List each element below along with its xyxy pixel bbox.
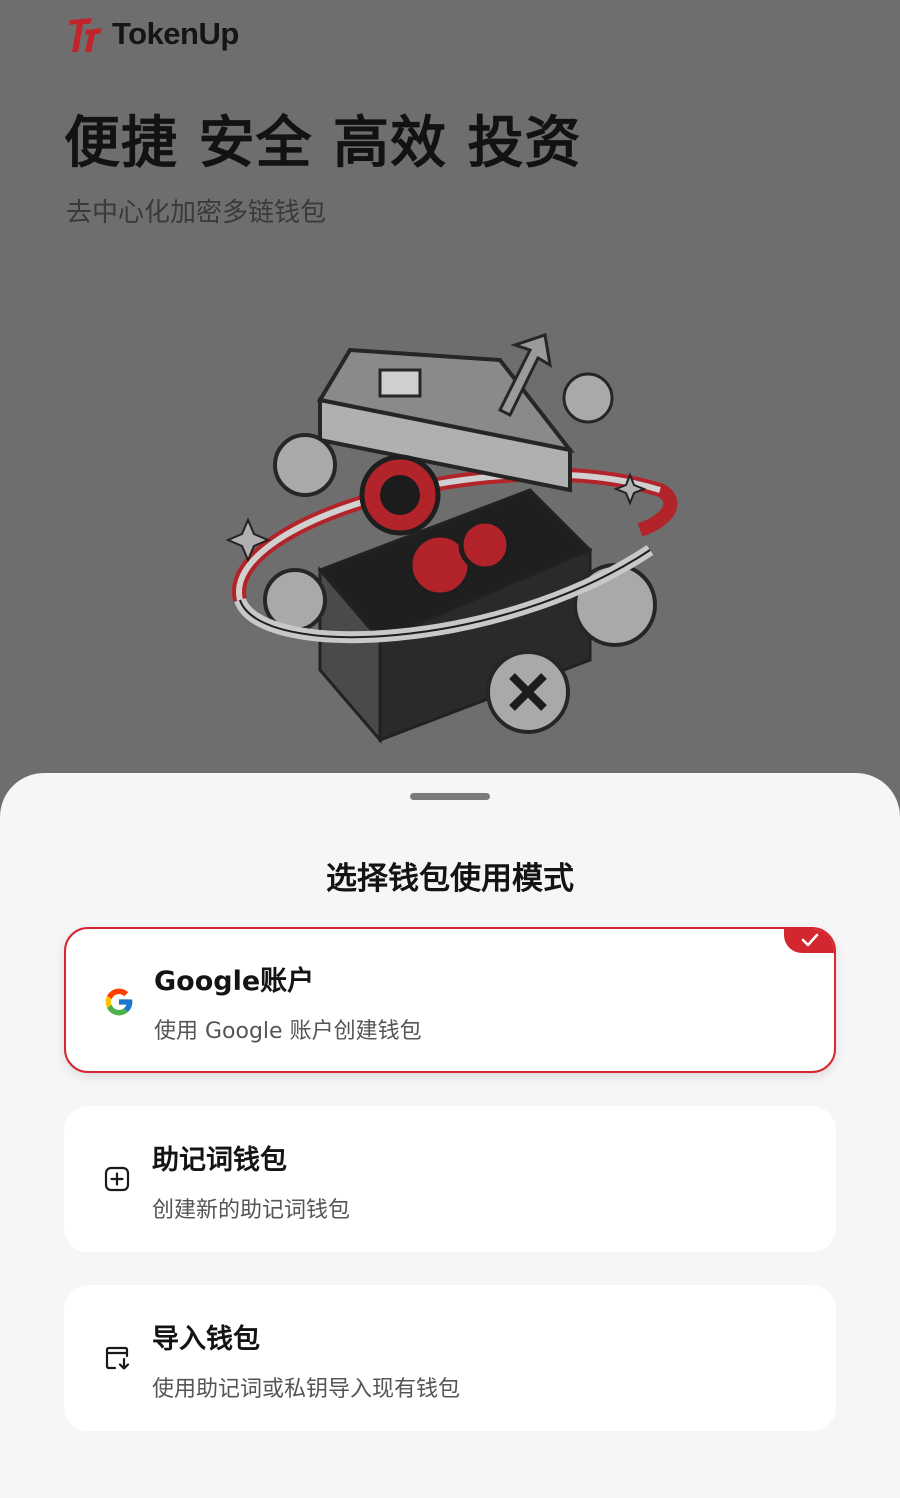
option-import-wallet[interactable]: 导入钱包 使用助记词或私钥导入现有钱包 [64, 1285, 836, 1431]
option-title: Google账户 [154, 966, 315, 997]
option-subtitle: 创建新的助记词钱包 [152, 1198, 351, 1223]
sheet-grab-handle[interactable] [410, 793, 490, 800]
sheet-title: 选择钱包使用模式 [326, 861, 574, 897]
option-subtitle: 使用 Google 账户创建钱包 [154, 1019, 422, 1044]
background-page: TokenUp 便捷 安全 高效 投资 去中心化加密多链钱包 [0, 0, 900, 800]
check-icon [801, 933, 819, 947]
option-title: 助记词钱包 [152, 1145, 287, 1176]
screen: TokenUp 便捷 安全 高效 投资 去中心化加密多链钱包 选择钱包使用模式 … [0, 0, 900, 1498]
selected-check-badge [784, 929, 834, 953]
brand-logo: TokenUp [66, 10, 239, 58]
hero-subtitle: 去中心化加密多链钱包 [66, 198, 327, 228]
add-square-icon [100, 1162, 134, 1196]
option-title: 导入钱包 [152, 1324, 260, 1355]
option-google-account[interactable]: Google账户 使用 Google 账户创建钱包 [64, 927, 836, 1073]
option-mnemonic-wallet[interactable]: 助记词钱包 创建新的助记词钱包 [64, 1106, 836, 1252]
treasure-chest-illustration [225, 333, 678, 745]
tokenup-logo-icon [69, 18, 102, 52]
hero-headline: 便捷 安全 高效 投资 [64, 111, 582, 176]
import-icon [100, 1341, 134, 1375]
option-subtitle: 使用助记词或私钥导入现有钱包 [152, 1377, 461, 1402]
wallet-mode-sheet: 选择钱包使用模式 Google账户 使用 Google 账户创建钱包 助记词钱包… [0, 773, 900, 1498]
google-icon [102, 985, 136, 1019]
brand-name: TokenUp [112, 16, 239, 51]
